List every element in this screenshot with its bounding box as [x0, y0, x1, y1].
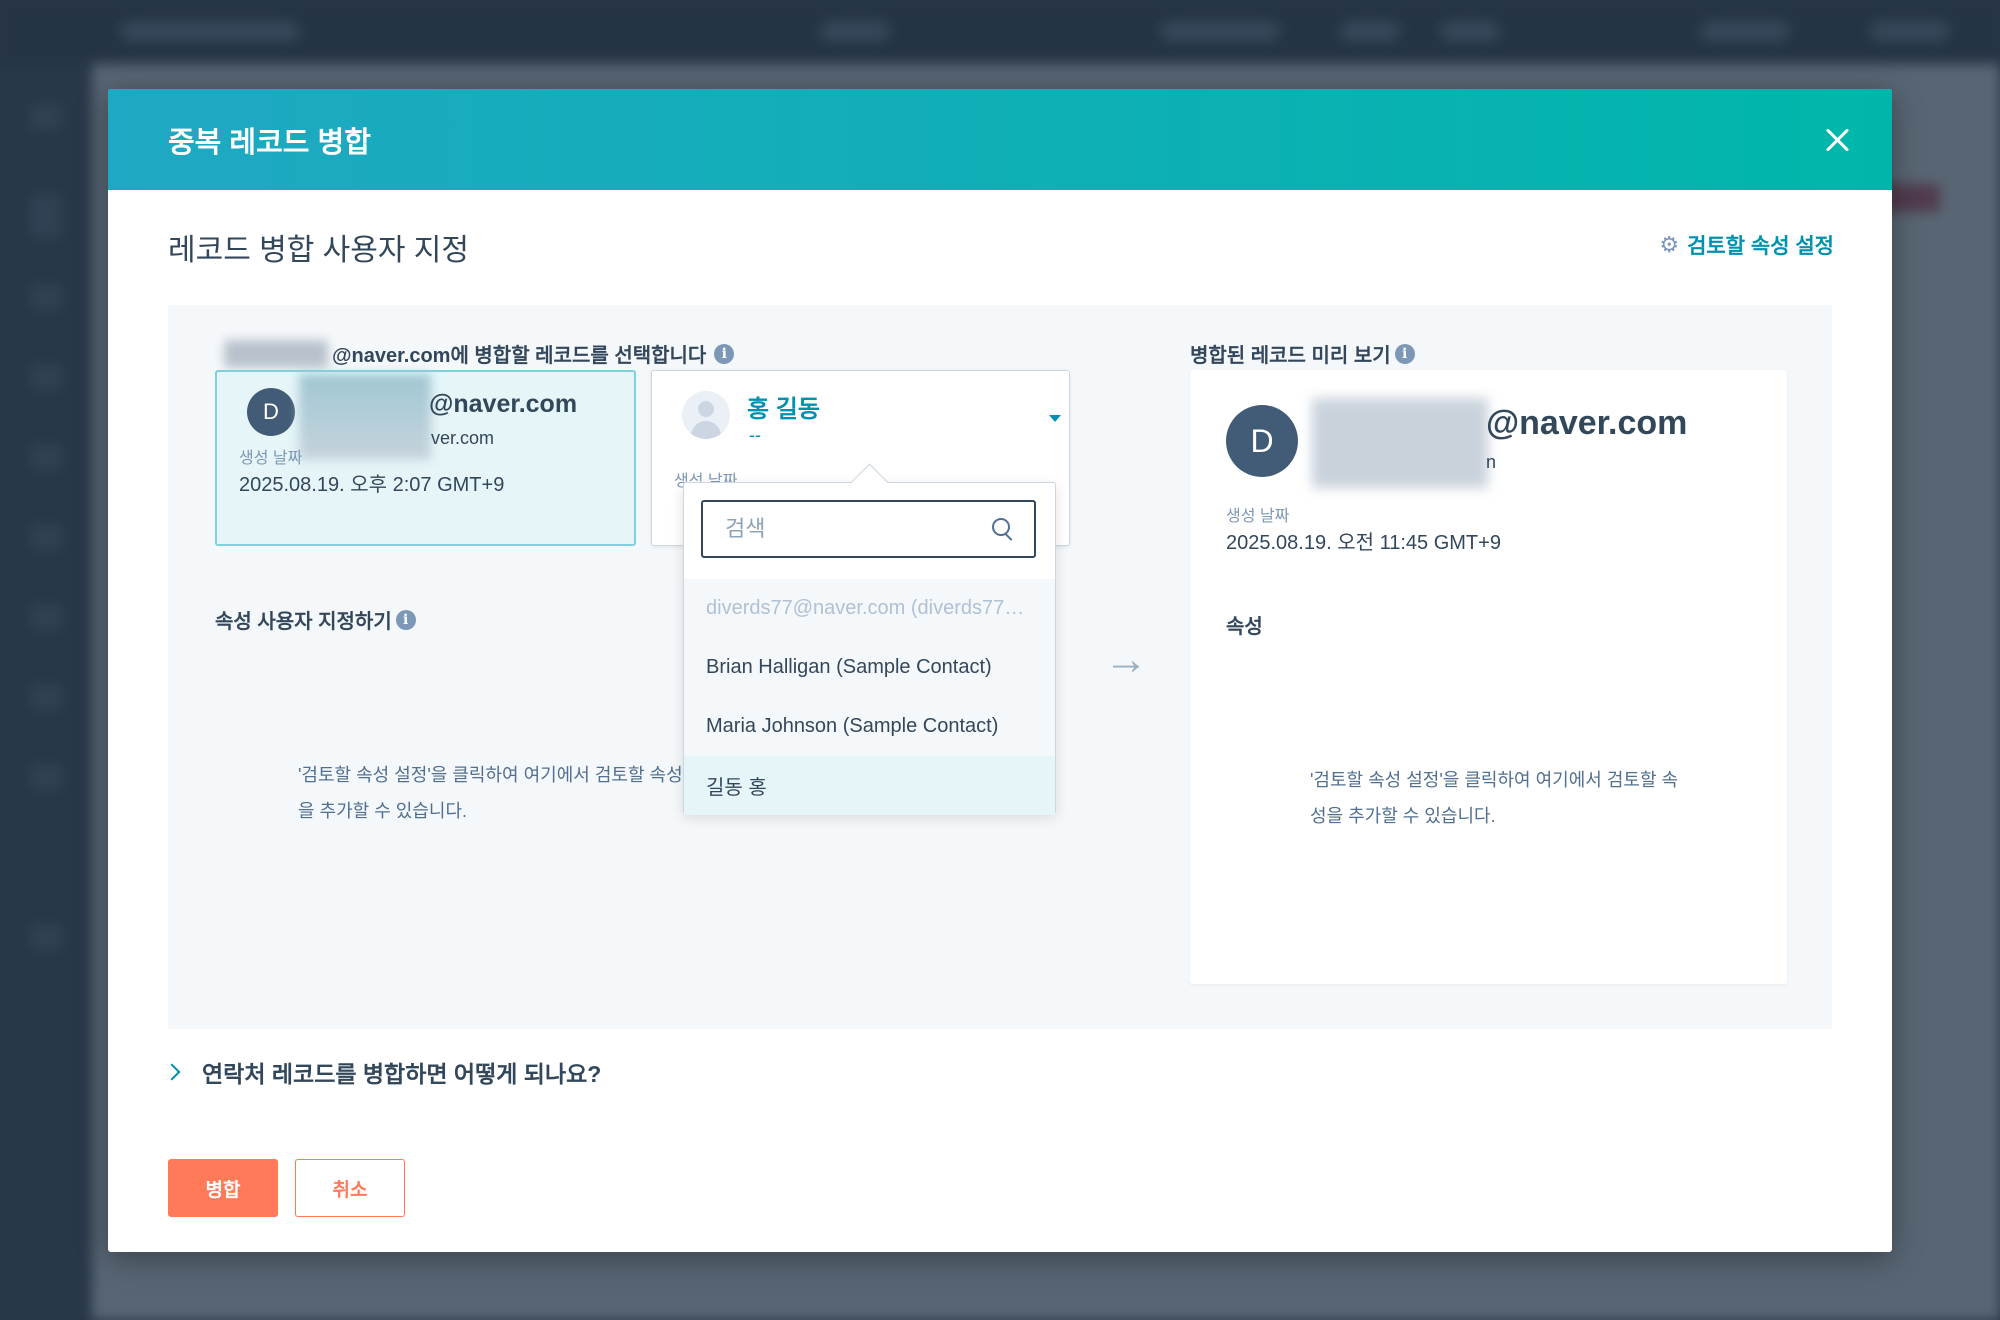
merge-faq-toggle[interactable]: 연락처 레코드를 병합하면 어떻게 되나요? [163, 1055, 602, 1089]
search-icon [992, 518, 1014, 540]
dropdown-search-area [684, 483, 1055, 579]
created-ampm: 오후 [350, 474, 388, 496]
section-title: 레코드 병합 사용자 지정 [168, 234, 470, 267]
record-search-dropdown: diverds77@naver.com (diverds77@naver.com… [683, 482, 1056, 815]
review-properties-label: 검토할 속성 설정 [1687, 235, 1834, 258]
caret-down-icon[interactable] [1049, 415, 1061, 422]
preview-subtext: n [1486, 452, 1497, 472]
preview-label-text: 병합된 레코드 미리 보기 [1190, 345, 1391, 367]
created-time: 11:45 GMT+9 [1379, 532, 1501, 554]
close-icon[interactable] [1822, 125, 1852, 155]
secondary-record-subtext: -- [749, 425, 761, 445]
info-icon[interactable]: i [714, 343, 735, 364]
primary-record-card[interactable]: D @naver.com ver.com 생성 날짜 2025.08.19. 오… [215, 370, 636, 546]
select-record-text: @naver.com에 병합할 레코드를 선택합니다 [332, 345, 707, 367]
dropdown-option[interactable]: Maria Johnson (Sample Contact) [684, 697, 1055, 756]
contact-placeholder-icon [682, 391, 730, 439]
arrow-right-icon: → [1104, 635, 1148, 684]
info-icon[interactable]: i [1394, 343, 1415, 364]
created-date: 2025.08.19. [1226, 532, 1332, 554]
dropdown-options: diverds77@naver.com (diverds77@naver.com… [684, 579, 1055, 815]
redacted-name [1312, 398, 1488, 488]
chevron-right-icon [163, 1063, 181, 1081]
modal-title: 중복 레코드 병합 [168, 126, 371, 159]
redacted-email [224, 339, 328, 368]
preview-label: 병합된 레코드 미리 보기 i [1190, 339, 1415, 368]
cancel-button[interactable]: 취소 [295, 1159, 405, 1217]
primary-record-email: @naver.com [429, 390, 578, 418]
search-input[interactable] [703, 502, 1034, 556]
search-box[interactable] [701, 500, 1036, 558]
gear-icon: ⚙ [1659, 232, 1680, 257]
redacted-name [299, 374, 431, 460]
option-label: Maria Johnson (Sample Contact) [706, 715, 999, 737]
created-date-value: 2025.08.19. 오전 11:45 GMT+9 [1226, 526, 1501, 555]
dropdown-option[interactable]: Brian Halligan (Sample Contact) [684, 638, 1055, 697]
created-date-value: 2025.08.19. 오후 2:07 GMT+9 [239, 468, 504, 497]
preview-empty-message: '검토할 속성 설정'을 클릭하여 여기에서 검토할 속성을 추가할 수 있습니… [1310, 770, 1679, 826]
dropdown-option: diverds77@naver.com (diverds77@naver.com… [684, 579, 1055, 638]
option-label: Brian Halligan (Sample Contact) [706, 656, 992, 678]
dropdown-option[interactable]: 길동 홍 [684, 756, 1055, 815]
empty-properties-message: '검토할 속성 설정'을 클릭하여 여기에서 검토할 속성을 추가할 수 있습니… [298, 765, 683, 821]
merge-modal: 중복 레코드 병합 레코드 병합 사용자 지정 ⚙ 검토할 속성 설정 @nav… [108, 89, 1892, 1252]
avatar: D [247, 388, 295, 436]
customize-properties-label: 속성 사용자 지정하기 i [215, 605, 416, 634]
option-label: diverds77@naver.com (diverds77@naver.com… [706, 597, 1033, 619]
created-ampm: 오전 [1337, 532, 1375, 554]
merge-faq-text: 연락처 레코드를 병합하면 어떻게 되나요? [202, 1061, 602, 1087]
created-date: 2025.08.19. [239, 474, 345, 496]
review-properties-link[interactable]: ⚙ 검토할 속성 설정 [1659, 230, 1834, 260]
merged-record-preview: D @naver.com n 생성 날짜 2025.08.19. 오전 11:4… [1190, 370, 1787, 984]
created-date-label: 생성 날짜 [1226, 508, 1290, 525]
customize-properties-text: 속성 사용자 지정하기 [215, 611, 392, 633]
created-date-label: 생성 날짜 [239, 450, 303, 467]
option-label: 길동 홍 [706, 777, 767, 799]
preview-email: @naver.com [1486, 404, 1688, 442]
merge-button[interactable]: 병합 [168, 1159, 278, 1217]
select-record-label: @naver.com에 병합할 레코드를 선택합니다 i [224, 339, 735, 368]
modal-header: 중복 레코드 병합 [108, 89, 1892, 190]
secondary-record-name[interactable]: 홍 길동 [747, 389, 820, 424]
primary-record-subtext: ver.com [431, 428, 495, 448]
info-icon[interactable]: i [395, 609, 416, 630]
avatar: D [1226, 405, 1298, 477]
created-time: 2:07 GMT+9 [392, 474, 505, 496]
preview-properties-heading: 속성 [1226, 616, 1263, 638]
